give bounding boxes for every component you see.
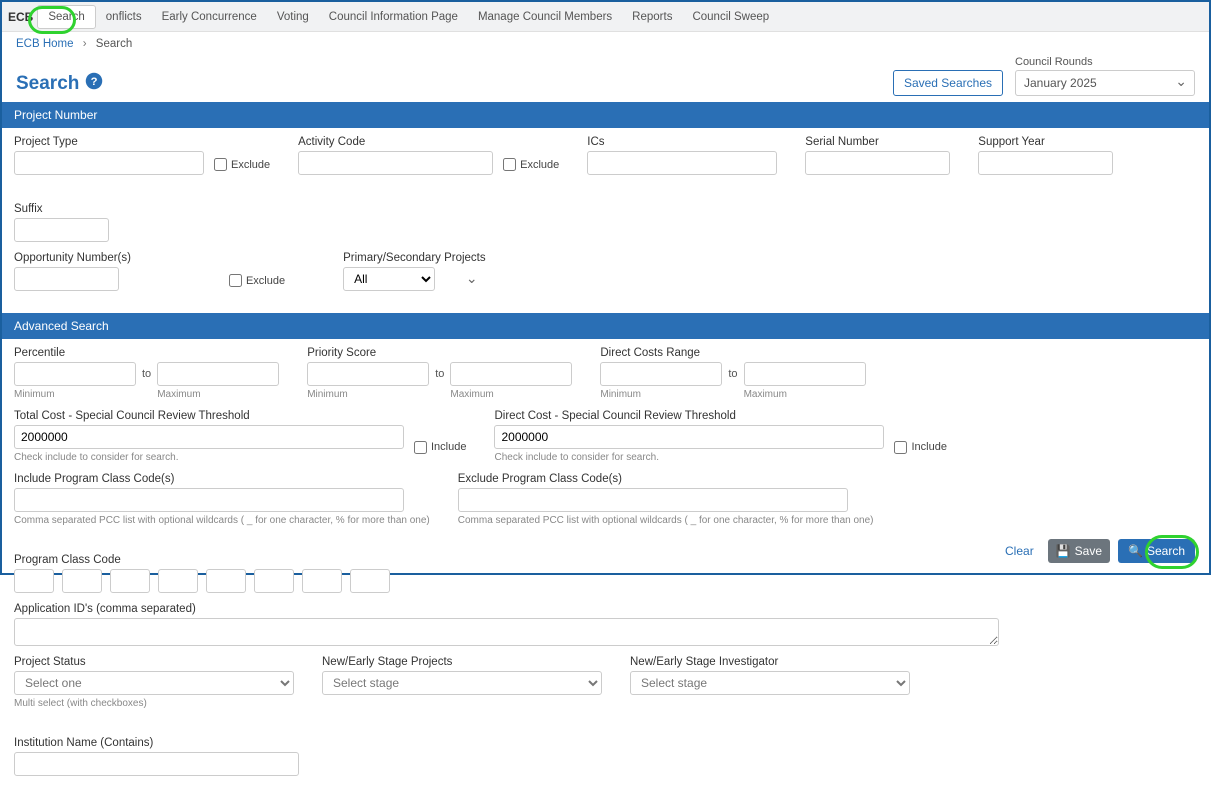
nav-item-council-sweep[interactable]: Council Sweep (682, 4, 779, 30)
svg-text:?: ? (91, 76, 98, 88)
nav-item-council-info[interactable]: Council Information Page (319, 4, 468, 30)
new-early-proj-label: New/Early Stage Projects (322, 656, 602, 668)
pcc-box-7[interactable] (302, 569, 342, 593)
pcc-box-2[interactable] (62, 569, 102, 593)
total-cost-include-checkbox[interactable] (414, 441, 427, 454)
primary-secondary-label: Primary/Secondary Projects (343, 252, 486, 264)
total-cost-thr-label: Total Cost - Special Council Review Thre… (14, 410, 404, 422)
help-icon[interactable]: ? (85, 72, 103, 96)
app-ids-label: Application ID's (comma separated) (14, 603, 999, 615)
opportunity-label: Opportunity Number(s) (14, 252, 131, 264)
inst-name-input[interactable] (14, 752, 299, 776)
top-nav: ECB Search onflicts Early Concurrence Vo… (2, 2, 1209, 32)
suffix-input[interactable] (14, 218, 109, 242)
new-early-inv-select[interactable]: Select stage (630, 671, 910, 695)
priority-label: Priority Score (307, 347, 572, 359)
pcc-label: Program Class Code (14, 554, 390, 566)
nav-item-reports[interactable]: Reports (622, 4, 682, 30)
save-icon: 💾 (1056, 544, 1071, 558)
pcc-box-5[interactable] (206, 569, 246, 593)
support-year-input[interactable] (978, 151, 1113, 175)
footer-actions: Clear 💾 Save 🔍 Search (999, 539, 1195, 563)
pcc-box-1[interactable] (14, 569, 54, 593)
project-number-form: Project Type Exclude Activity Code Exclu… (2, 128, 1209, 313)
priority-min-input[interactable] (307, 362, 429, 386)
activity-code-exclude-checkbox[interactable] (503, 158, 516, 171)
search-icon: 🔍 (1128, 544, 1143, 558)
council-rounds-label: Council Rounds (1015, 56, 1195, 68)
direct-costs-max-input[interactable] (744, 362, 866, 386)
total-cost-thr-input[interactable] (14, 425, 404, 449)
project-type-label: Project Type (14, 136, 204, 148)
direct-cost-thr-label: Direct Cost - Special Council Review Thr… (494, 410, 884, 422)
nav-item-manage-members[interactable]: Manage Council Members (468, 4, 622, 30)
pcc-box-8[interactable] (350, 569, 390, 593)
title-row: Search ? Saved Searches Council Rounds J… (2, 56, 1209, 102)
priority-max-input[interactable] (450, 362, 572, 386)
direct-costs-label: Direct Costs Range (600, 347, 865, 359)
section-header-advanced: Advanced Search (2, 313, 1209, 339)
nav-item-voting[interactable]: Voting (267, 4, 319, 30)
opportunity-input[interactable] (14, 267, 119, 291)
percentile-max-input[interactable] (157, 362, 279, 386)
pcc-box-3[interactable] (110, 569, 150, 593)
exclude-label: Exclude (231, 159, 270, 171)
ics-label: ICs (587, 136, 777, 148)
serial-number-input[interactable] (805, 151, 950, 175)
new-early-proj-select[interactable]: Select stage (322, 671, 602, 695)
council-rounds-select[interactable]: January 2025 (1015, 70, 1195, 96)
percentile-min-input[interactable] (14, 362, 136, 386)
include-pcc-label: Include Program Class Code(s) (14, 473, 430, 485)
percentile-label: Percentile (14, 347, 279, 359)
project-status-select[interactable]: Select one (14, 671, 294, 695)
project-type-input[interactable] (14, 151, 204, 175)
ics-input[interactable] (587, 151, 777, 175)
nav-item-conflicts[interactable]: onflicts (96, 4, 152, 30)
primary-secondary-select[interactable]: All (343, 267, 435, 291)
advanced-form: Percentile Minimum to Maximum Priority S… (2, 339, 1209, 798)
section-header-project-number: Project Number (2, 102, 1209, 128)
nav-brand: ECB (8, 10, 37, 24)
pcc-box-6[interactable] (254, 569, 294, 593)
activity-code-label: Activity Code (298, 136, 493, 148)
exclude-pcc-input[interactable] (458, 488, 848, 512)
suffix-label: Suffix (14, 203, 109, 215)
app-ids-input[interactable] (14, 618, 999, 646)
breadcrumb-sep: › (83, 38, 87, 50)
nav-item-early-concurrence[interactable]: Early Concurrence (152, 4, 267, 30)
exclude-pcc-label: Exclude Program Class Code(s) (458, 473, 874, 485)
include-pcc-input[interactable] (14, 488, 404, 512)
project-type-exclude-checkbox[interactable] (214, 158, 227, 171)
save-button[interactable]: 💾 Save (1048, 539, 1110, 563)
project-status-label: Project Status (14, 656, 294, 668)
new-early-inv-label: New/Early Stage Investigator (630, 656, 910, 668)
activity-code-input[interactable] (298, 151, 493, 175)
breadcrumb-home[interactable]: ECB Home (16, 38, 74, 50)
search-button[interactable]: 🔍 Search (1118, 539, 1195, 563)
direct-costs-min-input[interactable] (600, 362, 722, 386)
support-year-label: Support Year (978, 136, 1113, 148)
page-title: Search ? (16, 72, 103, 96)
breadcrumb: ECB Home › Search (2, 32, 1209, 56)
direct-cost-include-checkbox[interactable] (894, 441, 907, 454)
breadcrumb-current: Search (96, 38, 132, 50)
clear-button[interactable]: Clear (999, 540, 1040, 562)
inst-name-label: Institution Name (Contains) (14, 737, 299, 749)
saved-searches-button[interactable]: Saved Searches (893, 70, 1003, 96)
direct-cost-thr-input[interactable] (494, 425, 884, 449)
opportunity-exclude-checkbox[interactable] (229, 274, 242, 287)
serial-number-label: Serial Number (805, 136, 950, 148)
pcc-box-4[interactable] (158, 569, 198, 593)
nav-item-search[interactable]: Search (37, 5, 95, 29)
